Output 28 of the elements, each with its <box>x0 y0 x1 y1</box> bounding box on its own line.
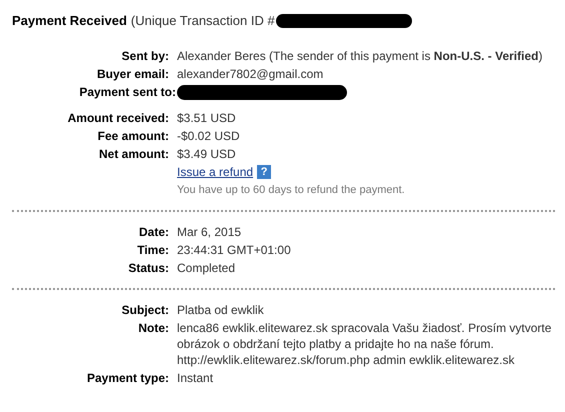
field-label: Sent by: <box>122 49 169 63</box>
field-label: Subject: <box>122 303 169 317</box>
field-value: Mar 6, 2015 <box>177 224 242 240</box>
field-value: alexander7802@gmail.com <box>177 66 324 82</box>
refund-hint: You have up to 60 days to refund the payment. <box>177 183 405 198</box>
field-label: Date: <box>138 225 169 239</box>
page-title: Payment Received <box>12 12 127 30</box>
field-value: $3.51 USD <box>177 110 237 126</box>
field-value: Platba od ewklik <box>177 302 265 318</box>
refund-link[interactable]: Issue a refund <box>177 164 254 180</box>
field-value: Alexander Beres (The sender of this payment is Non-U.S. - Verified) <box>177 48 544 64</box>
field-value: $3.49 USD <box>177 146 237 162</box>
field-value: Instant <box>177 370 214 386</box>
transaction-label: (Unique Transaction ID # <box>130 12 275 30</box>
field-label: Payment type: <box>86 371 169 385</box>
field-label: Payment sent to: <box>79 85 176 99</box>
field-value: lenca86 ewklik.elitewarez.sk spracovala Vašu žiadosť. Prosím vytvorte obrázok o obdržaní tejto platby a pridajte ho na naše fórum. http://ewklik.elitewarez.sk/forum.php admin ewklik.elitewarez.sk <box>177 320 552 368</box>
field-label: Buyer email: <box>96 67 169 81</box>
field-value: -$0.02 USD <box>177 128 241 144</box>
field-label: Note: <box>138 321 169 335</box>
field-value: Completed <box>177 260 236 276</box>
help-button[interactable]: ? <box>257 165 272 179</box>
field-label: Status: <box>128 261 169 275</box>
field-value: 23:44:31 GMT+01:00 <box>177 242 292 258</box>
field-label: Net amount: <box>99 147 169 161</box>
field-label: Time: <box>137 243 169 257</box>
field-label: Amount received: <box>68 111 169 125</box>
field-label: Fee amount: <box>98 129 169 143</box>
